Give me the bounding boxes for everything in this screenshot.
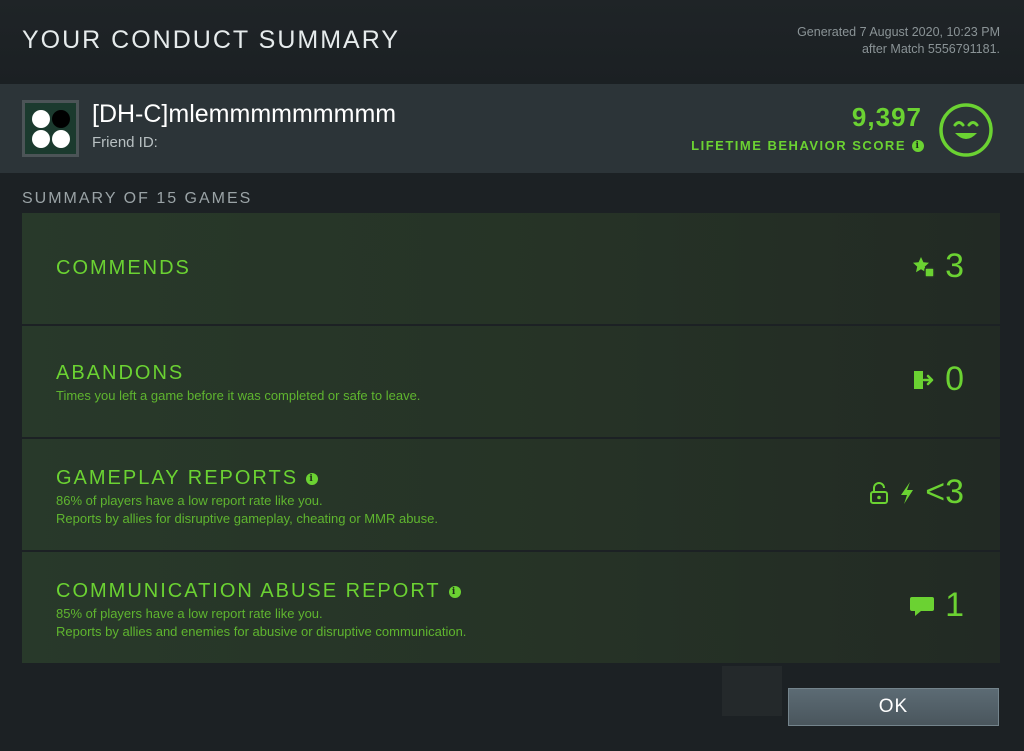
info-icon[interactable]: i <box>448 585 461 598</box>
avatar-dot <box>52 130 70 148</box>
commends-count: 3 <box>945 247 964 285</box>
star-thumbs-up-icon <box>913 256 935 278</box>
behavior-score-label-text: LIFETIME BEHAVIOR SCORE <box>691 138 906 153</box>
row-title: COMMUNICATION ABUSE REPORT i <box>56 580 461 603</box>
row-value: 0 <box>911 360 964 399</box>
row-description-line: 86% of players have a low report rate li… <box>56 493 323 508</box>
row-title: GAMEPLAY REPORTS i <box>56 467 319 490</box>
info-icon[interactable]: i <box>912 139 924 152</box>
summary-label: SUMMARY OF 15 GAMES <box>22 190 253 207</box>
avatar-dot <box>32 110 50 128</box>
smiley-face-icon <box>939 103 993 157</box>
exit-door-icon <box>914 370 934 389</box>
header-bar: YOUR CONDUCT SUMMARY Generated 7 August … <box>0 0 1024 84</box>
row-title: COMMENDS <box>56 257 191 280</box>
row-title-text: ABANDONS <box>56 362 185 384</box>
row-description-line: Reports by allies for disruptive gamepla… <box>56 511 438 526</box>
page-title: YOUR CONDUCT SUMMARY <box>22 26 400 54</box>
lock-icon <box>870 481 889 504</box>
row-description: 86% of players have a low report rate li… <box>56 492 438 528</box>
chat-bubble-icon <box>910 596 935 616</box>
behavior-score-label: LIFETIME BEHAVIOR SCORE i <box>691 138 924 153</box>
generated-match: after Match 5556791181. <box>861 42 1000 56</box>
avatar[interactable] <box>22 100 79 157</box>
ok-button[interactable]: OK <box>788 688 999 726</box>
behavior-score-value: 9,397 <box>851 102 922 132</box>
row-description-line: 85% of players have a low report rate li… <box>56 606 323 621</box>
row-value: 1 <box>909 586 964 625</box>
gameplay-reports-count: <3 <box>925 473 964 511</box>
row-title-text: COMMENDS <box>56 257 191 279</box>
list-item-commends: COMMENDS 3 <box>22 213 1000 324</box>
info-icon[interactable]: i <box>306 472 319 485</box>
list-item-gameplay-reports: GAMEPLAY REPORTS i 86% of players have a… <box>22 439 1000 550</box>
player-name: [DH-C]mlemmmmmmmmm <box>92 100 397 128</box>
row-title: ABANDONS <box>56 362 184 385</box>
row-value: 3 <box>911 247 964 286</box>
list-item-communication-abuse: COMMUNICATION ABUSE REPORT i 85% of play… <box>22 552 1000 663</box>
row-description-line: Times you left a game before it was comp… <box>56 388 421 403</box>
row-value: <3 <box>869 473 964 512</box>
row-description: 85% of players have a low report rate li… <box>56 605 466 641</box>
row-description-line: Reports by allies and enemies for abusiv… <box>56 624 467 639</box>
avatar-dot <box>32 130 50 148</box>
row-description: Times you left a game before it was comp… <box>56 387 420 405</box>
communication-reports-count: 1 <box>945 586 964 624</box>
avatar-dot <box>52 110 70 128</box>
background-hero-portrait <box>722 666 782 716</box>
generated-date: Generated 7 August 2020, 10:23 PM <box>797 25 1000 39</box>
list-item-abandons: ABANDONS Times you left a game before it… <box>22 326 1000 437</box>
row-title-text: GAMEPLAY REPORTS <box>56 467 299 489</box>
lightning-icon <box>901 481 914 504</box>
generated-info: Generated 7 August 2020, 10:23 PM after … <box>797 24 1000 58</box>
summary-list: COMMENDS 3 ABANDONS Times you left a gam… <box>22 213 1000 665</box>
abandons-count: 0 <box>945 360 964 398</box>
friend-id-label: Friend ID: <box>92 134 158 151</box>
player-bar: [DH-C]mlemmmmmmmmm Friend ID: 9,397 LIFE… <box>0 84 1024 173</box>
row-title-text: COMMUNICATION ABUSE REPORT <box>56 580 441 602</box>
